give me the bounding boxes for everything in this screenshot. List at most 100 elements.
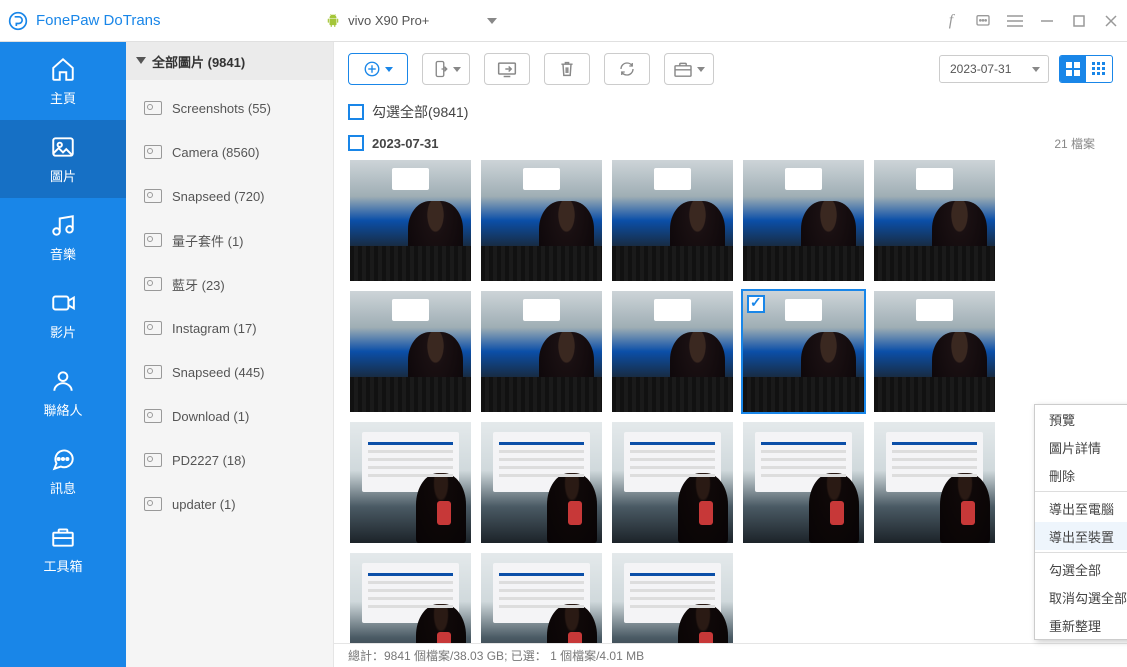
- thumbnail[interactable]: [481, 553, 602, 643]
- status-text: 總計：9841 個檔案/38.03 GB; 已選： 1 個檔案/4.01 MB: [348, 647, 644, 664]
- thumbnail[interactable]: [481, 291, 602, 412]
- album-item[interactable]: Snapseed (445): [126, 350, 333, 394]
- context-menu-item[interactable]: 導出至電腦: [1035, 494, 1127, 522]
- album-label: Screenshots (55): [172, 101, 271, 116]
- toolbox-button[interactable]: [664, 53, 714, 85]
- titlebar-controls: f: [943, 13, 1119, 29]
- nav-label: 影片: [50, 322, 76, 341]
- album-label: Camera (8560): [172, 145, 259, 160]
- thumbnail[interactable]: [874, 160, 995, 281]
- select-all-checkbox[interactable]: [348, 104, 364, 120]
- thumbnail[interactable]: [612, 291, 733, 412]
- date-filter[interactable]: 2023-07-31: [939, 55, 1049, 83]
- maximize-button[interactable]: [1071, 13, 1087, 29]
- nav-home[interactable]: 主頁: [0, 42, 126, 120]
- album-label: Download (1): [172, 409, 249, 424]
- context-menu-item[interactable]: 取消勾選全部: [1035, 583, 1127, 611]
- facebook-icon[interactable]: f: [943, 13, 959, 29]
- album-item[interactable]: Download (1): [126, 394, 333, 438]
- album-panel-header[interactable]: 全部圖片 (9841): [126, 42, 333, 80]
- nav-video[interactable]: 影片: [0, 276, 126, 354]
- nav-label: 訊息: [50, 478, 76, 497]
- album-icon: [144, 233, 162, 247]
- album-icon: [144, 365, 162, 379]
- thumbnail[interactable]: [743, 160, 864, 281]
- thumbnail[interactable]: [743, 291, 864, 412]
- delete-button[interactable]: [544, 53, 590, 85]
- refresh-button[interactable]: [604, 53, 650, 85]
- pc-export-icon: [497, 60, 517, 78]
- context-menu-item[interactable]: 預覽: [1035, 405, 1127, 433]
- thumbnail[interactable]: [350, 553, 471, 643]
- feedback-icon[interactable]: [975, 13, 991, 29]
- album-icon: [144, 145, 162, 159]
- album-label: 量子套件 (1): [172, 231, 244, 250]
- thumbnail[interactable]: [612, 553, 733, 643]
- grid-large-view[interactable]: [1060, 56, 1086, 82]
- album-label: PD2227 (18): [172, 453, 246, 468]
- select-all-bar: 勾選全部(9841): [334, 96, 1127, 128]
- thumbnail[interactable]: [350, 422, 471, 543]
- minimize-button[interactable]: [1039, 13, 1055, 29]
- context-menu: 預覽圖片詳情刪除導出至電腦導出至裝置勾選全部取消勾選全部重新整理: [1034, 404, 1127, 640]
- context-menu-item[interactable]: 導出至裝置: [1035, 522, 1127, 550]
- nav-toolbox[interactable]: 工具箱: [0, 510, 126, 588]
- add-button[interactable]: [348, 53, 408, 85]
- group-file-count: 21 檔案: [1054, 135, 1113, 152]
- nav-contact[interactable]: 聯絡人: [0, 354, 126, 432]
- thumbnail[interactable]: [350, 291, 471, 412]
- context-menu-item[interactable]: 勾選全部: [1035, 555, 1127, 583]
- context-menu-item[interactable]: 刪除: [1035, 461, 1127, 489]
- album-item[interactable]: Screenshots (55): [126, 86, 333, 130]
- nav-label: 工具箱: [43, 556, 82, 575]
- chevron-down-icon: [453, 67, 461, 72]
- context-separator: [1035, 552, 1127, 553]
- chevron-down-icon: [385, 67, 393, 72]
- export-device-button[interactable]: [422, 53, 470, 85]
- app-logo-icon: [8, 11, 28, 31]
- thumbnail[interactable]: [350, 160, 471, 281]
- album-item[interactable]: PD2227 (18): [126, 438, 333, 482]
- album-item[interactable]: Camera (8560): [126, 130, 333, 174]
- album-label: 藍牙 (23): [172, 275, 225, 294]
- nav-label: 聯絡人: [43, 400, 82, 419]
- trash-icon: [559, 60, 575, 78]
- status-bar: 總計：9841 個檔案/38.03 GB; 已選： 1 個檔案/4.01 MB: [334, 643, 1127, 667]
- thumbnail[interactable]: [612, 160, 733, 281]
- chevron-down-icon: [697, 67, 705, 72]
- nav-message[interactable]: 訊息: [0, 432, 126, 510]
- album-item[interactable]: 量子套件 (1): [126, 218, 333, 262]
- thumbnail[interactable]: [874, 291, 995, 412]
- grid-small-view[interactable]: [1086, 56, 1112, 82]
- nav-music[interactable]: 音樂: [0, 198, 126, 276]
- nav-image[interactable]: 圖片: [0, 120, 126, 198]
- group-checkbox[interactable]: [348, 135, 364, 151]
- device-name: vivo X90 Pro+: [348, 13, 429, 28]
- export-pc-button[interactable]: [484, 53, 530, 85]
- thumbnail[interactable]: [743, 422, 864, 543]
- nav-label: 音樂: [50, 244, 76, 263]
- album-label: Snapseed (445): [172, 365, 265, 380]
- select-all-label: 勾選全部(9841): [372, 102, 468, 122]
- thumbnail[interactable]: [481, 160, 602, 281]
- context-menu-item[interactable]: 重新整理: [1035, 611, 1127, 639]
- menu-icon[interactable]: [1007, 13, 1023, 29]
- thumbnail-checkbox[interactable]: [747, 295, 765, 313]
- album-item[interactable]: Instagram (17): [126, 306, 333, 350]
- album-item[interactable]: updater (1): [126, 482, 333, 526]
- album-header-label: 全部圖片 (9841): [152, 52, 245, 71]
- device-selector[interactable]: vivo X90 Pro+: [326, 13, 497, 29]
- album-item[interactable]: 藍牙 (23): [126, 262, 333, 306]
- thumbnail-grid: [336, 160, 1127, 643]
- thumbnail[interactable]: [874, 422, 995, 543]
- thumbnail[interactable]: [612, 422, 733, 543]
- album-label: Instagram (17): [172, 321, 257, 336]
- close-button[interactable]: [1103, 13, 1119, 29]
- context-menu-item[interactable]: 圖片詳情: [1035, 433, 1127, 461]
- album-item[interactable]: Snapseed (720): [126, 174, 333, 218]
- group-header: 2023-07-31 21 檔案: [334, 128, 1127, 158]
- date-filter-label: 2023-07-31: [950, 62, 1011, 76]
- thumbnail[interactable]: [481, 422, 602, 543]
- nav-rail: 主頁圖片音樂影片聯絡人訊息工具箱: [0, 42, 126, 667]
- refresh-icon: [618, 60, 636, 78]
